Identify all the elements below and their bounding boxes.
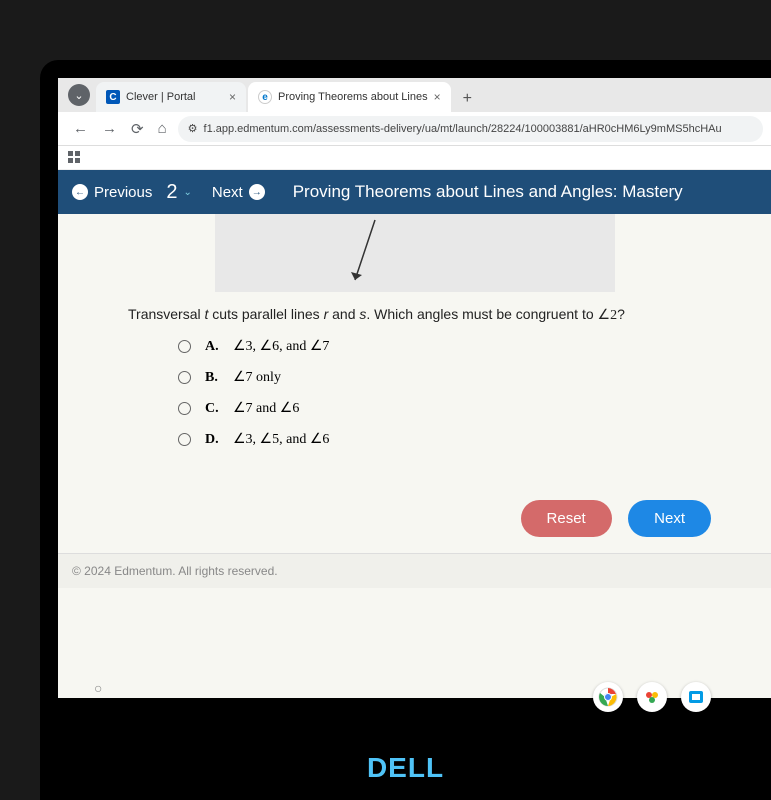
clever-favicon: C — [106, 90, 120, 104]
option-letter: C. — [205, 401, 223, 417]
home-button[interactable]: ⌂ — [151, 120, 174, 137]
previous-label: Previous — [94, 184, 152, 201]
bookmarks-bar — [58, 146, 771, 170]
site-settings-icon[interactable]: ⚙ — [188, 122, 198, 135]
close-tab-icon[interactable]: × — [428, 90, 441, 104]
chrome-icon[interactable] — [593, 682, 623, 712]
browser-tab-strip: ⌄ C Clever | Portal × e Proving Theorems… — [58, 78, 771, 112]
url-text: f1.app.edmentum.com/assessments-delivery… — [204, 123, 722, 135]
option-letter: A. — [205, 339, 223, 355]
radio-icon[interactable] — [178, 402, 191, 415]
option-text: ∠3, ∠6, and ∠7 — [233, 338, 329, 355]
radio-icon[interactable] — [178, 433, 191, 446]
close-tab-icon[interactable]: × — [223, 90, 236, 104]
tab-search-button[interactable]: ⌄ — [68, 84, 90, 106]
arrow-left-icon: ← — [72, 184, 88, 200]
address-bar[interactable]: ⚙ f1.app.edmentum.com/assessments-delive… — [178, 116, 763, 142]
page-title: Proving Theorems about Lines and Angles:… — [293, 182, 683, 202]
option-letter: D. — [205, 432, 223, 448]
shelf-circle-icon[interactable]: ○ — [94, 680, 102, 696]
app-icon-3[interactable] — [681, 682, 711, 712]
arrow-icon — [345, 218, 385, 292]
option-d[interactable]: D. ∠3, ∠5, and ∠6 — [178, 431, 731, 448]
screen: ⌄ C Clever | Portal × e Proving Theorems… — [58, 78, 771, 698]
options-list: A. ∠3, ∠6, and ∠7 B. ∠7 only C. ∠7 and ∠… — [128, 338, 731, 448]
next-button[interactable]: Next — [628, 500, 711, 537]
edmentum-favicon: e — [258, 90, 272, 104]
browser-toolbar: ← → ⟳ ⌂ ⚙ f1.app.edmentum.com/assessment… — [58, 112, 771, 146]
button-row: Reset Next — [58, 474, 771, 553]
question-text: Transversal t cuts parallel lines r and … — [128, 306, 731, 324]
option-text: ∠7 and ∠6 — [233, 400, 299, 417]
forward-button[interactable]: → — [95, 120, 124, 137]
tab-edmentum[interactable]: e Proving Theorems about Lines × — [248, 82, 451, 112]
apps-icon[interactable] — [68, 151, 82, 165]
tab-title: Clever | Portal — [126, 91, 196, 103]
question-content: Transversal t cuts parallel lines r and … — [58, 214, 771, 698]
option-text: ∠7 only — [233, 369, 281, 386]
new-tab-button[interactable]: + — [453, 90, 482, 112]
option-text: ∠3, ∠5, and ∠6 — [233, 431, 329, 448]
shelf-icons — [593, 682, 711, 712]
question-number: 2 — [166, 181, 177, 204]
next-nav-button[interactable]: Next → — [212, 184, 265, 201]
arrow-right-icon: → — [249, 184, 265, 200]
previous-button[interactable]: ← Previous — [72, 184, 152, 201]
laptop-frame: ⌄ C Clever | Portal × e Proving Theorems… — [40, 60, 771, 800]
back-button[interactable]: ← — [66, 120, 95, 137]
tab-title: Proving Theorems about Lines — [278, 91, 428, 103]
app-icon-2[interactable] — [637, 682, 667, 712]
dell-logo: DELL — [367, 752, 444, 784]
chevron-down-icon[interactable]: ⌄ — [183, 187, 191, 198]
footer: © 2024 Edmentum. All rights reserved. — [58, 553, 771, 588]
option-a[interactable]: A. ∠3, ∠6, and ∠7 — [178, 338, 731, 355]
option-c[interactable]: C. ∠7 and ∠6 — [178, 400, 731, 417]
assessment-navbar: ← Previous 2 ⌄ Next → Proving Theorems a… — [58, 170, 771, 214]
tab-clever-portal[interactable]: C Clever | Portal × — [96, 82, 246, 112]
reset-button[interactable]: Reset — [521, 500, 612, 537]
option-b[interactable]: B. ∠7 only — [178, 369, 731, 386]
radio-icon[interactable] — [178, 340, 191, 353]
reload-button[interactable]: ⟳ — [124, 120, 151, 138]
next-label: Next — [212, 184, 243, 201]
radio-icon[interactable] — [178, 371, 191, 384]
question-block: Transversal t cuts parallel lines r and … — [58, 292, 771, 474]
diagram-area — [215, 214, 615, 292]
option-letter: B. — [205, 370, 223, 386]
